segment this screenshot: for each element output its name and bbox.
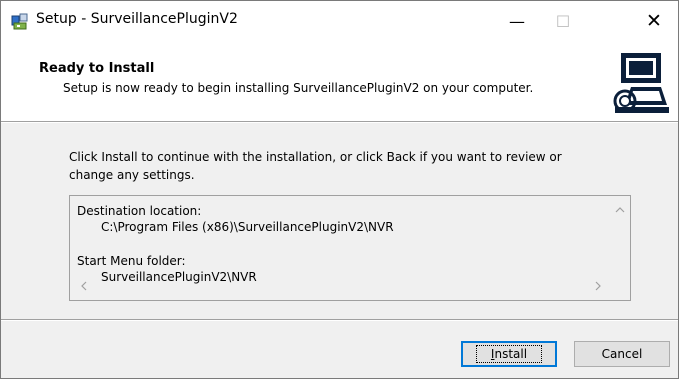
scroll-right-icon[interactable] [592, 280, 604, 292]
instruction-line-2: change any settings. [69, 168, 195, 182]
cancel-button[interactable]: Cancel [574, 341, 670, 367]
close-button[interactable]: ✕ [631, 1, 677, 41]
footer-divider [1, 319, 678, 321]
window-title: Setup - SurveillancePluginV2 [36, 11, 238, 27]
ready-memo[interactable]: Destination location: C:\Program Files (… [69, 195, 631, 301]
start-menu-label: Start Menu folder: [77, 254, 186, 268]
title-bar[interactable]: Setup - SurveillancePluginV2 — ☐ ✕ [1, 1, 678, 41]
start-menu-value: SurveillancePluginV2\NVR [101, 270, 257, 284]
setup-window: Setup - SurveillancePluginV2 — ☐ ✕ Ready… [0, 0, 679, 379]
instruction-line-1: Click Install to continue with the insta… [69, 150, 562, 164]
install-label-rest: nstall [494, 347, 528, 361]
destination-value: C:\Program Files (x86)\SurveillancePlugi… [101, 220, 394, 234]
scroll-up-icon[interactable] [614, 204, 626, 216]
minimize-button[interactable]: — [494, 1, 540, 41]
scroll-left-icon[interactable] [78, 280, 90, 292]
destination-label: Destination location: [77, 204, 202, 218]
instruction-text: Click Install to continue with the insta… [69, 148, 629, 184]
wizard-header: Ready to Install Setup is now ready to b… [1, 41, 678, 121]
page-title: Ready to Install [39, 61, 155, 76]
install-button[interactable]: Install [461, 341, 557, 367]
maximize-button[interactable]: ☐ [540, 1, 586, 41]
install-button-label: Install [475, 345, 543, 363]
setup-computer-icon [611, 47, 673, 115]
page-description: Setup is now ready to begin installing S… [63, 81, 534, 95]
header-divider [1, 121, 678, 123]
setup-app-icon [11, 13, 28, 30]
